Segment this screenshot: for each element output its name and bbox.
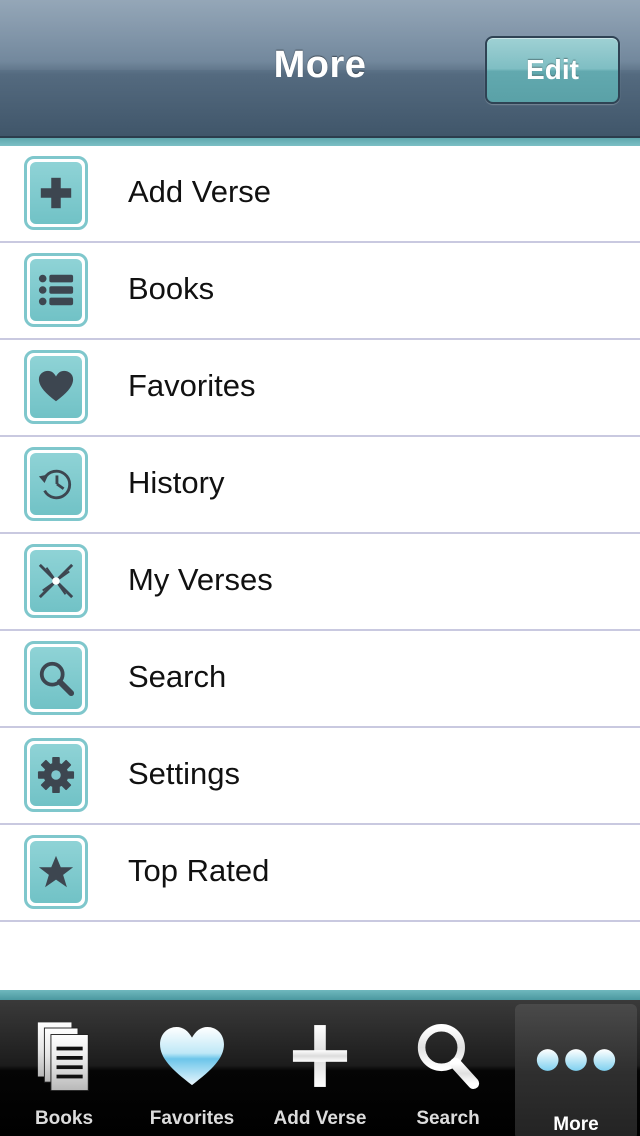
list-icon	[24, 253, 88, 327]
clock-history-icon	[24, 447, 88, 521]
list-item-label: Search	[128, 659, 227, 694]
plus-icon	[280, 1014, 360, 1098]
list-item-label: Add Verse	[128, 174, 272, 209]
list-item-top-rated[interactable]: Top Rated	[0, 825, 640, 922]
list-item-my-verses[interactable]: My Verses	[0, 534, 640, 631]
more-list: Add Verse Books Favorites History My Ver…	[0, 146, 640, 922]
tab-more[interactable]: More	[515, 1004, 637, 1136]
tabbar-accent-strip	[0, 990, 640, 1000]
list-item-add-verse[interactable]: Add Verse	[0, 146, 640, 243]
list-item-search[interactable]: Search	[0, 631, 640, 728]
tab-bar: Books Favorites Add Verse Search More	[0, 1000, 640, 1136]
list-item-books[interactable]: Books	[0, 243, 640, 340]
sparkle-icon	[24, 544, 88, 618]
tab-search[interactable]: Search	[384, 1000, 512, 1136]
tab-label: More	[553, 1114, 599, 1135]
navigation-bar: More Edit	[0, 0, 640, 138]
magnifier-icon	[24, 641, 88, 715]
books-icon	[24, 1014, 104, 1098]
edit-button[interactable]: Edit	[485, 36, 620, 104]
list-item-label: Top Rated	[128, 853, 270, 888]
tab-label: Favorites	[149, 1108, 235, 1129]
tab-books[interactable]: Books	[0, 1000, 128, 1136]
list-item-label: History	[128, 465, 225, 500]
list-item-settings[interactable]: Settings	[0, 728, 640, 825]
gear-icon	[24, 738, 88, 812]
tab-label: Add Verse	[273, 1108, 367, 1129]
tab-label: Books	[34, 1108, 94, 1129]
more-dots-icon	[536, 1018, 616, 1102]
list-item-history[interactable]: History	[0, 437, 640, 534]
tab-favorites[interactable]: Favorites	[128, 1000, 256, 1136]
heart-icon	[152, 1014, 232, 1098]
list-item-label: Favorites	[128, 368, 256, 403]
plus-icon	[24, 156, 88, 230]
heart-icon	[24, 350, 88, 424]
list-item-favorites[interactable]: Favorites	[0, 340, 640, 437]
magnifier-icon	[408, 1014, 488, 1098]
navbar-accent-strip	[0, 138, 640, 146]
tab-label: Search	[416, 1108, 480, 1129]
list-item-label: Books	[128, 271, 215, 306]
list-item-label: My Verses	[128, 562, 273, 597]
list-item-label: Settings	[128, 756, 241, 791]
star-icon	[24, 835, 88, 909]
tab-add-verse[interactable]: Add Verse	[256, 1000, 384, 1136]
